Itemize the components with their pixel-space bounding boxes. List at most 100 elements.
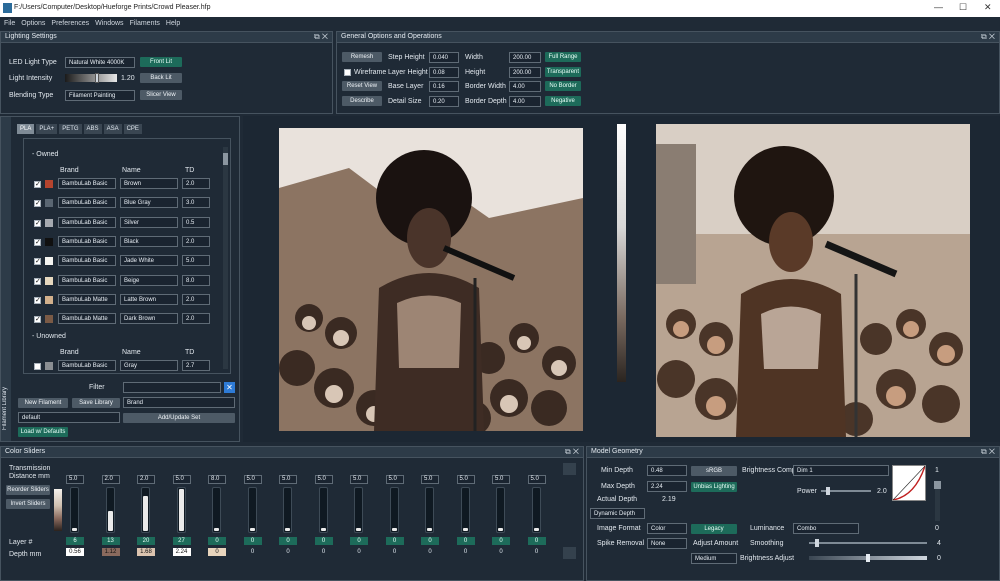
filament-row[interactable]: BambuLab Matte Dark Brown 2.0 (24, 312, 224, 330)
load-defaults-button[interactable]: Load w/ Defaults (18, 427, 68, 437)
transmission-distance-input[interactable]: 5.0 (243, 475, 262, 484)
name-field[interactable]: Black (120, 235, 178, 247)
filament-color-swatch[interactable] (45, 180, 53, 188)
unbias-lighting-button[interactable]: Unbias Lighting (691, 482, 737, 492)
srgb-button[interactable]: sRGB (691, 466, 737, 476)
led-type-select[interactable]: Natural White 4000K (65, 57, 135, 68)
transmission-distance-input[interactable]: 5.0 (66, 475, 84, 484)
menu-file[interactable]: File (4, 20, 15, 27)
layer-slider[interactable] (531, 487, 541, 533)
layer-slider[interactable] (496, 487, 505, 533)
name-field[interactable]: Beige (120, 274, 178, 286)
td-field[interactable]: 2.7 (182, 360, 210, 371)
layer-slider[interactable] (425, 487, 434, 533)
filament-row[interactable]: BambuLab Basic Black 2.0 (24, 235, 224, 253)
td-field[interactable]: 2.0 (182, 235, 210, 247)
panel-float-close-icon[interactable]: ⧉ ✕ (981, 32, 995, 42)
maximize-icon[interactable]: ☐ (959, 2, 967, 13)
list-scrollbar[interactable] (223, 147, 228, 369)
filament-row[interactable]: BambuLab Matte Latte Brown 2.0 (24, 293, 224, 311)
filament-color-swatch[interactable] (45, 257, 53, 266)
tab-asa[interactable]: ASA (103, 124, 122, 134)
layer-slider[interactable] (247, 487, 257, 533)
layer-slider[interactable] (460, 487, 470, 533)
new-filament-button[interactable]: New Filament (18, 398, 68, 408)
layer-slider[interactable] (105, 487, 115, 533)
dynamic-depth-select[interactable]: Dynamic Depth (590, 508, 645, 519)
td-field[interactable]: 2.0 (182, 293, 210, 305)
owned-checkbox[interactable] (34, 199, 41, 208)
panel-float-close-icon[interactable]: ⧉ ✕ (565, 447, 579, 457)
filter-input[interactable] (123, 382, 221, 393)
set-select[interactable]: default (18, 412, 120, 423)
list-scrollbar-thumb[interactable] (223, 153, 228, 165)
name-field[interactable]: Dark Brown (120, 313, 178, 325)
owned-checkbox[interactable] (34, 363, 41, 370)
brand-field[interactable]: BambuLab Basic (58, 216, 116, 228)
brightness-handle[interactable] (866, 554, 870, 562)
reorder-sliders-button[interactable]: Reorder Sliders (6, 485, 50, 495)
describe-button[interactable]: Describe (342, 96, 382, 106)
invert-sliders-button[interactable]: Invert Sliders (6, 499, 50, 509)
transmission-distance-input[interactable]: 5.0 (314, 475, 333, 484)
height-input[interactable]: 200.00 (509, 67, 541, 78)
close-icon[interactable]: ✕ (984, 2, 992, 13)
negative-button[interactable]: Negative (545, 96, 581, 106)
power-handle[interactable] (825, 487, 830, 495)
name-field[interactable]: Latte Brown (120, 293, 178, 305)
detail-size-input[interactable]: 0.20 (429, 96, 459, 107)
tab-abs[interactable]: ABS (83, 124, 102, 134)
clear-filter-icon[interactable]: ✕ (224, 382, 235, 393)
smoothing-slider[interactable] (809, 539, 927, 547)
layer-slider[interactable] (212, 487, 221, 533)
save-library-button[interactable]: Save Library (72, 398, 120, 408)
menu-windows[interactable]: Windows (95, 20, 123, 27)
filament-color-swatch[interactable] (45, 237, 53, 246)
menu-filaments[interactable]: Filaments (130, 20, 160, 27)
brand-field[interactable]: BambuLab Basic (58, 360, 116, 371)
original-image[interactable] (656, 124, 970, 437)
brand-field[interactable]: BambuLab Basic (58, 274, 116, 286)
wireframe-checkbox[interactable] (344, 69, 351, 76)
reset-view-button[interactable]: Reset View (342, 81, 382, 91)
max-depth-input[interactable]: 2.24 (647, 481, 687, 492)
name-field[interactable]: Brown (120, 178, 178, 189)
brightness-curve-graph[interactable] (892, 465, 926, 501)
image-format-select[interactable]: Color (647, 523, 687, 534)
td-field[interactable]: 2.0 (182, 313, 210, 325)
power-slider[interactable] (821, 487, 871, 495)
width-input[interactable]: 200.00 (509, 52, 541, 63)
owned-checkbox[interactable] (34, 180, 41, 188)
spike-removal-select[interactable]: None (647, 538, 687, 549)
owned-checkbox[interactable] (34, 257, 41, 266)
transmission-distance-input[interactable]: 5.0 (172, 475, 191, 484)
remesh-button[interactable]: Remesh (342, 52, 382, 62)
filament-row[interactable]: BambuLab Basic Jade White 5.0 (24, 254, 224, 272)
light-intensity-slider[interactable] (65, 73, 117, 83)
intensity-handle[interactable] (94, 73, 99, 83)
menu-preferences[interactable]: Preferences (51, 20, 89, 27)
brightness-comp-select[interactable]: Dim 1 (793, 465, 889, 476)
transmission-distance-input[interactable]: 5.0 (527, 475, 546, 484)
transmission-distance-input[interactable]: 2.0 (137, 475, 155, 484)
medium-select[interactable]: Medium (691, 553, 737, 564)
filament-color-swatch[interactable] (45, 362, 53, 370)
filament-preview-image[interactable] (279, 128, 583, 431)
full-range-button[interactable]: Full Range (545, 52, 581, 62)
brand-field[interactable]: BambuLab Matte (58, 313, 116, 325)
slicer-view-button[interactable]: Slicer View (140, 90, 182, 100)
transmission-distance-input[interactable]: 5.0 (279, 475, 297, 484)
name-field[interactable]: Jade White (120, 255, 178, 267)
layer-slider[interactable] (389, 487, 399, 533)
layer-slider[interactable] (70, 487, 79, 533)
panel-float-close-icon[interactable]: ⧉ ✕ (314, 32, 328, 42)
curve-vertical-slider[interactable] (934, 481, 941, 521)
filament-color-swatch[interactable] (45, 315, 53, 324)
curve-vertical-handle[interactable] (934, 481, 941, 489)
filament-color-swatch[interactable] (45, 199, 53, 208)
transmission-distance-input[interactable]: 2.0 (101, 475, 120, 484)
owned-checkbox[interactable] (34, 315, 41, 324)
brand-field[interactable]: BambuLab Basic (58, 255, 116, 267)
brightness-adjust-slider[interactable] (809, 554, 927, 562)
owned-checkbox[interactable] (34, 238, 41, 246)
